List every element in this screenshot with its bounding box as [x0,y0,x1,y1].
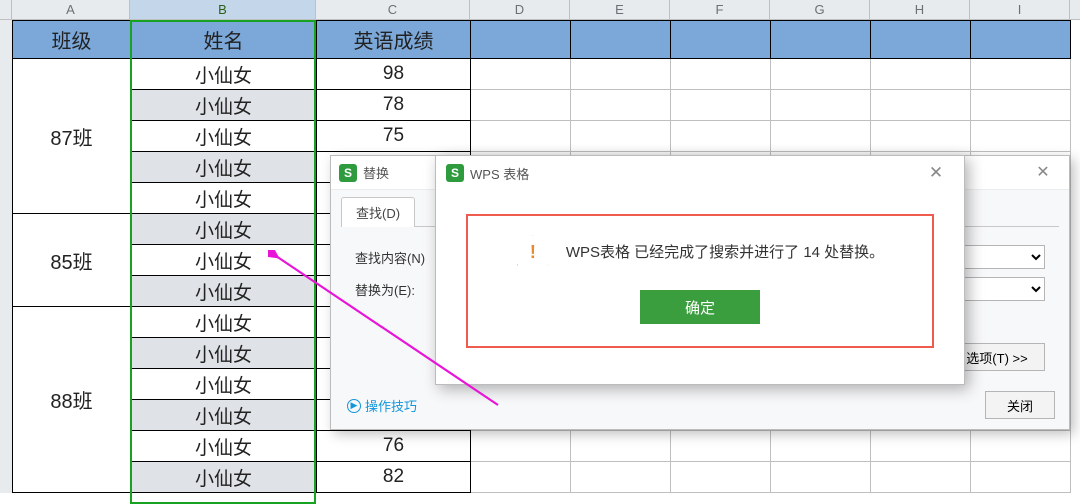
name-cell[interactable]: 小仙女 [131,245,317,276]
alert-titlebar[interactable]: S WPS 表格 ✕ [436,156,964,190]
name-cell[interactable]: 小仙女 [131,307,317,338]
col-header-F[interactable]: F [670,0,770,19]
close-icon[interactable]: ✕ [1025,161,1061,185]
name-cell[interactable]: 小仙女 [131,214,317,245]
empty-cell[interactable] [771,462,871,493]
empty-cell[interactable] [871,90,971,121]
empty-cell[interactable] [571,121,671,152]
name-cell[interactable]: 小仙女 [131,183,317,214]
class-cell[interactable]: 85班 [13,214,131,307]
col-header-I[interactable]: I [970,0,1070,19]
find-what-label: 查找内容(N) [355,248,439,267]
alert-message: WPS表格 已经完成了搜索并进行了 14 处替换。 [566,241,884,262]
name-cell[interactable]: 小仙女 [131,338,317,369]
name-cell[interactable]: 小仙女 [131,462,317,493]
score-cell[interactable]: 82 [317,462,471,493]
class-cell[interactable]: 87班 [13,59,131,214]
col-header-B[interactable]: B [130,0,316,19]
empty-cell[interactable] [471,431,571,462]
empty-cell[interactable] [671,431,771,462]
empty-cell[interactable] [771,59,871,90]
score-cell[interactable]: 98 [317,59,471,90]
replace-with-label: 替换为(E): [355,280,439,299]
empty-cell[interactable] [471,121,571,152]
warning-icon [516,234,550,268]
score-cell[interactable]: 76 [317,431,471,462]
name-cell[interactable]: 小仙女 [131,276,317,307]
col-header-G[interactable]: G [770,0,870,19]
empty-cell[interactable] [971,59,1071,90]
tips-label: 操作技巧 [365,396,417,415]
name-cell[interactable]: 小仙女 [131,400,317,431]
empty-cell[interactable] [571,431,671,462]
empty-cell[interactable] [671,121,771,152]
empty-cell[interactable] [571,59,671,90]
wps-app-icon: S [339,164,357,182]
empty-cell[interactable] [671,462,771,493]
corner-cell[interactable] [0,0,12,19]
empty-cell[interactable] [971,431,1071,462]
header-cell[interactable]: 姓名 [131,21,317,59]
name-cell[interactable]: 小仙女 [131,152,317,183]
name-cell[interactable]: 小仙女 [131,431,317,462]
col-header-A[interactable]: A [12,0,130,19]
empty-cell[interactable] [571,90,671,121]
col-header-D[interactable]: D [470,0,570,19]
header-cell[interactable]: 英语成绩 [317,21,471,59]
play-icon: ▶ [347,399,361,413]
empty-cell[interactable] [971,462,1071,493]
empty-cell[interactable] [971,21,1071,59]
alert-highlight-box: WPS表格 已经完成了搜索并进行了 14 处替换。 确定 [466,214,934,348]
empty-cell[interactable] [871,59,971,90]
empty-cell[interactable] [571,462,671,493]
empty-cell[interactable] [771,21,871,59]
empty-cell[interactable] [471,59,571,90]
col-header-E[interactable]: E [570,0,670,19]
empty-cell[interactable] [471,21,571,59]
tab-find[interactable]: 查找(D) [341,197,415,227]
name-cell[interactable]: 小仙女 [131,121,317,152]
column-header-row: A B C D E F G H I [0,0,1080,20]
row-number-gutter[interactable] [0,20,12,493]
empty-cell[interactable] [671,90,771,121]
col-header-H[interactable]: H [870,0,970,19]
tips-link[interactable]: ▶ 操作技巧 [347,396,417,415]
name-cell[interactable]: 小仙女 [131,90,317,121]
close-icon[interactable]: ✕ [918,161,954,185]
close-button[interactable]: 关闭 [985,391,1055,419]
empty-cell[interactable] [771,90,871,121]
alert-title: WPS 表格 [470,164,918,183]
empty-cell[interactable] [871,121,971,152]
empty-cell[interactable] [471,90,571,121]
ok-button[interactable]: 确定 [640,290,760,324]
empty-cell[interactable] [971,121,1071,152]
empty-cell[interactable] [771,121,871,152]
empty-cell[interactable] [671,21,771,59]
header-cell[interactable]: 班级 [13,21,131,59]
empty-cell[interactable] [871,431,971,462]
name-cell[interactable]: 小仙女 [131,369,317,400]
alert-dialog: S WPS 表格 ✕ WPS表格 已经完成了搜索并进行了 14 处替换。 确定 [435,155,965,385]
empty-cell[interactable] [971,90,1071,121]
name-cell[interactable]: 小仙女 [131,59,317,90]
empty-cell[interactable] [671,59,771,90]
empty-cell[interactable] [471,462,571,493]
empty-cell[interactable] [871,462,971,493]
class-cell[interactable]: 88班 [13,307,131,493]
wps-app-icon: S [446,164,464,182]
empty-cell[interactable] [871,21,971,59]
col-header-C[interactable]: C [316,0,470,19]
score-cell[interactable]: 78 [317,90,471,121]
score-cell[interactable]: 75 [317,121,471,152]
empty-cell[interactable] [571,21,671,59]
empty-cell[interactable] [771,431,871,462]
